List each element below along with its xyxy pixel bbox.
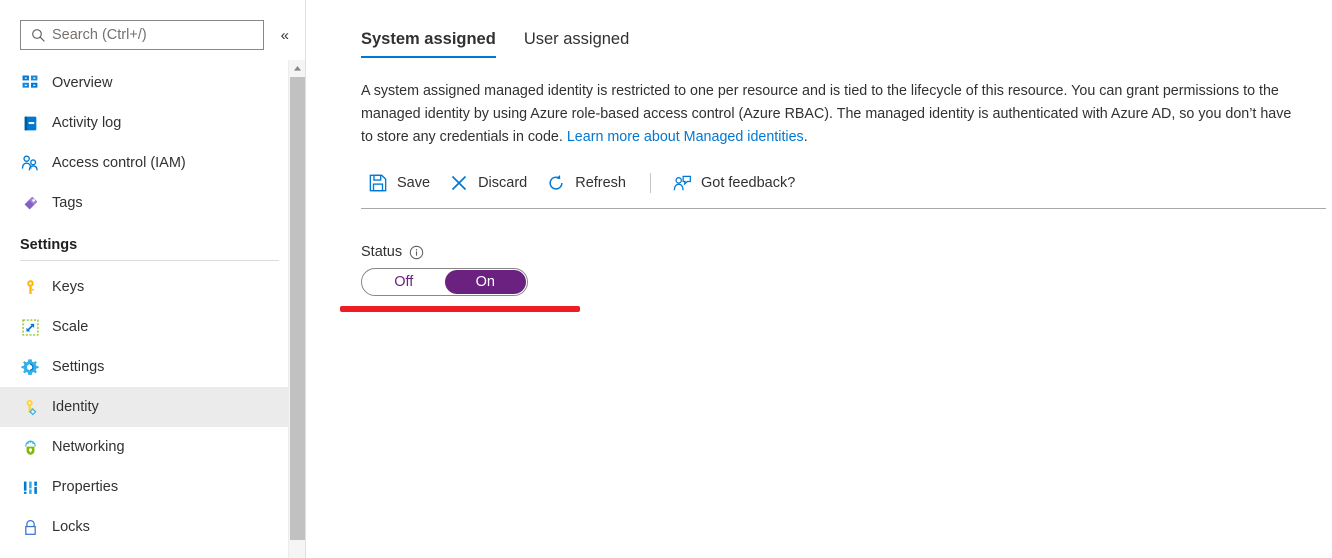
- sidebar-item-label: Settings: [52, 359, 105, 375]
- sidebar-item-label: Overview: [52, 75, 113, 91]
- sidebar-item-networking[interactable]: Networking: [0, 427, 305, 467]
- save-label: Save: [397, 175, 431, 191]
- scale-icon: [20, 317, 40, 337]
- chevron-up-icon: [294, 66, 301, 71]
- command-toolbar: Save Discard Refresh Got feedback?: [361, 167, 1332, 199]
- learn-more-link[interactable]: Learn more about Managed identities: [567, 129, 804, 145]
- overview-icon: [20, 73, 40, 93]
- resource-menu-sidebar: « Overview: [0, 0, 306, 558]
- sidebar-section-divider: [20, 260, 279, 261]
- refresh-icon: [545, 172, 567, 194]
- gear-icon: [20, 357, 40, 377]
- sidebar-nav-settings: Keys Scale Settings Identity Networking …: [0, 267, 305, 547]
- sidebar-item-label: Scale: [52, 319, 89, 335]
- feedback-person-icon: [671, 172, 693, 194]
- sidebar-item-overview[interactable]: Overview: [0, 63, 305, 103]
- status-toggle-option-on[interactable]: On: [444, 270, 526, 294]
- activity-log-icon: [20, 113, 40, 133]
- feedback-label: Got feedback?: [701, 175, 796, 191]
- sidebar-scrollbar[interactable]: [288, 60, 305, 558]
- status-label: Status: [361, 244, 403, 260]
- discard-button[interactable]: Discard: [442, 167, 539, 199]
- sidebar-section-title: Settings: [20, 237, 78, 253]
- sidebar-item-scale[interactable]: Scale: [0, 307, 305, 347]
- tab-user-assigned[interactable]: User assigned: [524, 30, 629, 58]
- sidebar-item-keys[interactable]: Keys: [0, 267, 305, 307]
- save-icon: [367, 172, 389, 194]
- toolbar-separator: [650, 173, 651, 193]
- description-text-end: .: [803, 129, 808, 145]
- sidebar-item-label: Activity log: [52, 115, 122, 131]
- networking-icon: [20, 437, 40, 457]
- identity-tabs: System assigned User assigned: [361, 0, 1332, 58]
- sidebar-item-label: Locks: [52, 519, 90, 535]
- description-text: A system assigned managed identity is re…: [361, 83, 1292, 145]
- tags-icon: [20, 193, 40, 213]
- status-label-row: Status: [361, 244, 1332, 260]
- toolbar-divider: [361, 208, 1326, 209]
- sidebar-item-label: Keys: [52, 279, 85, 295]
- sidebar-nav-top: Overview Activity log Access control (IA…: [0, 63, 305, 223]
- sidebar-item-label: Tags: [52, 195, 83, 211]
- status-section: Status Off On: [340, 244, 1332, 312]
- azure-portal-identity-page: « Overview: [0, 0, 1332, 558]
- refresh-button[interactable]: Refresh: [539, 167, 638, 199]
- properties-icon: [20, 477, 40, 497]
- status-toggle-option-off[interactable]: Off: [363, 270, 445, 294]
- sidebar-item-label: Networking: [52, 439, 125, 455]
- sidebar-item-identity[interactable]: Identity: [0, 387, 305, 427]
- close-icon: [448, 172, 470, 194]
- status-toggle[interactable]: Off On: [361, 268, 528, 296]
- sidebar-item-activity-log[interactable]: Activity log: [0, 103, 305, 143]
- annotation-red-underline: [340, 306, 580, 312]
- access-control-icon: [20, 153, 40, 173]
- search-icon: [31, 28, 46, 43]
- got-feedback-button[interactable]: Got feedback?: [665, 167, 807, 199]
- sidebar-item-properties[interactable]: Properties: [0, 467, 305, 507]
- sidebar-item-locks[interactable]: Locks: [0, 507, 305, 547]
- search-input[interactable]: [52, 27, 252, 43]
- sidebar-item-access-control[interactable]: Access control (IAM): [0, 143, 305, 183]
- identity-description: A system assigned managed identity is re…: [361, 80, 1306, 149]
- sidebar-item-tags[interactable]: Tags: [0, 183, 305, 223]
- scrollbar-up-arrow-button[interactable]: [289, 60, 306, 77]
- sidebar-item-settings[interactable]: Settings: [0, 347, 305, 387]
- lock-icon: [20, 517, 40, 537]
- info-icon[interactable]: [409, 245, 424, 260]
- refresh-label: Refresh: [575, 175, 626, 191]
- save-button[interactable]: Save: [361, 167, 442, 199]
- main-content: System assigned User assigned A system a…: [306, 0, 1332, 558]
- discard-label: Discard: [478, 175, 528, 191]
- collapse-sidebar-button[interactable]: «: [274, 24, 295, 46]
- sidebar-item-label: Properties: [52, 479, 119, 495]
- scrollbar-thumb[interactable]: [290, 77, 305, 540]
- chevron-double-left-icon: «: [280, 26, 289, 44]
- sidebar-item-label: Identity: [52, 399, 99, 415]
- identity-key-icon: [20, 397, 40, 417]
- search-box[interactable]: [20, 20, 265, 50]
- tab-system-assigned[interactable]: System assigned: [361, 30, 496, 58]
- sidebar-search-row: «: [0, 0, 305, 50]
- key-icon: [20, 277, 40, 297]
- sidebar-item-label: Access control (IAM): [52, 155, 186, 171]
